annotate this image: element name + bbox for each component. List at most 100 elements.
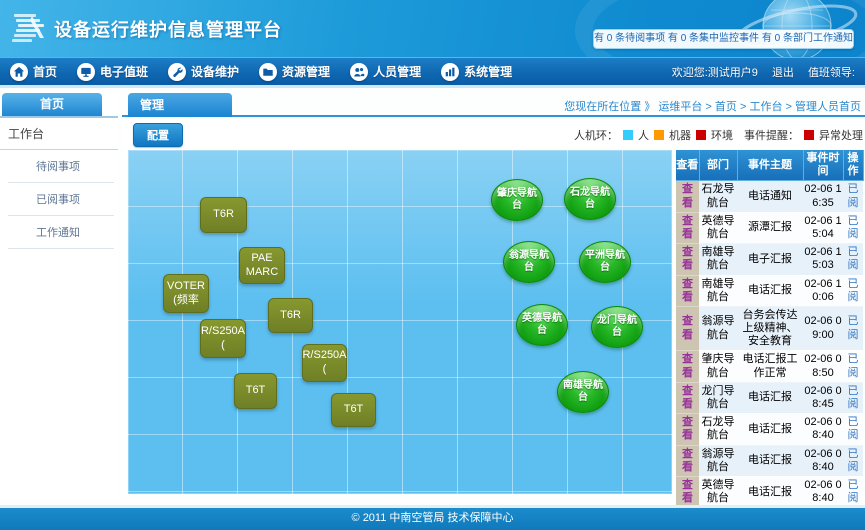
content-tabstrip: 管理 您现在所在位置 》 运维平台 > 首页 > 工作台 > 管理人员首页 (122, 93, 865, 117)
legend-environment-swatch (696, 130, 706, 140)
device-node-rs250a-1[interactable]: R/S250A ( (200, 319, 246, 358)
table-row: 查看 翁源导航台 电话汇报 02-06 08:40 已阅 (676, 445, 863, 476)
status-cell: 已阅 (843, 244, 863, 275)
device-node-t6t-1[interactable]: T6T (234, 373, 277, 409)
nav-item-home[interactable]: 首页 (0, 58, 67, 85)
time-cell: 02-06 08:40 (803, 445, 843, 476)
view-link[interactable]: 查看 (676, 181, 699, 212)
station-node-wengyuan[interactable]: 翁源导航 台 (503, 241, 555, 283)
legend: 人机环： 人 机器 环境 事件提醒： 异常处理 (574, 127, 863, 143)
station-node-pingzhou[interactable]: 平洲导航 台 (579, 241, 631, 283)
logo (10, 8, 50, 48)
time-cell: 02-06 15:04 (803, 212, 843, 243)
copyright-text: © 2011 中南空管局 技术保障中心 (352, 512, 514, 524)
tab-management[interactable]: 管理 (128, 93, 232, 117)
view-link[interactable]: 查看 (676, 476, 699, 507)
legend-abnormal-swatch (804, 130, 814, 140)
view-link[interactable]: 查看 (676, 351, 699, 382)
breadcrumb: 您现在所在位置 》 运维平台 > 首页 > 工作台 > 管理人员首页 (564, 98, 861, 114)
legend-machine-swatch (654, 130, 664, 140)
status-cell: 已阅 (843, 212, 863, 243)
duty-leader-label: 值班领导: (808, 64, 855, 80)
station-node-zhaoqing[interactable]: 肇庆导航 台 (491, 179, 543, 221)
legend-abnormal-label: 异常处理 (819, 127, 863, 143)
welcome-text: 欢迎您:测试用户9 (672, 64, 758, 80)
nav-item-personnel[interactable]: 人员管理 (340, 58, 431, 85)
event-panel: 查看 部门 事件主题 事件时间 操作 查看 石龙导航台 电话通知 02-06 1… (676, 150, 863, 530)
device-node-t6r-2[interactable]: T6R (268, 298, 313, 333)
device-node-rs250a-2[interactable]: R/S250A ( (302, 344, 347, 382)
table-row: 查看 龙门导航台 电话汇报 02-06 08:45 已阅 (676, 382, 863, 413)
chart-icon (441, 63, 459, 81)
view-link[interactable]: 查看 (676, 306, 699, 351)
sidebar-item-pending[interactable]: 待阅事项 (8, 150, 114, 183)
view-link[interactable]: 查看 (676, 275, 699, 306)
page-title: 设备运行维护信息管理平台 (54, 16, 282, 42)
col-header-op: 操作 (843, 150, 863, 181)
col-header-dept: 部门 (699, 150, 737, 181)
dept-cell: 肇庆导航台 (699, 351, 737, 382)
sidebar-section-workbench[interactable]: 工作台 (0, 118, 118, 150)
subject-cell: 源潭汇报 (737, 212, 803, 243)
device-node-pae-marc[interactable]: PAE MARC (239, 247, 285, 284)
wrench-icon (168, 63, 186, 81)
legend-person-label: 人 (638, 127, 649, 143)
device-node-voter[interactable]: VOTER (频率 (163, 274, 209, 313)
subject-cell: 电话通知 (737, 181, 803, 212)
table-row: 查看 翁源导航台 台务会传达上级精神、安全教育 02-06 09:00 已阅 (676, 306, 863, 351)
station-node-shilong[interactable]: 石龙导航 台 (564, 178, 616, 220)
notification-summary: 有 0 条待阅事项 有 0 条集中监控事件 有 0 条部门工作通知 (593, 29, 854, 49)
table-row: 查看 石龙导航台 电话通知 02-06 16:35 已阅 (676, 181, 863, 212)
device-node-t6r-1[interactable]: T6R (200, 197, 247, 233)
time-cell: 02-06 08:45 (803, 382, 843, 413)
app-window: 设备运行维护信息管理平台 有 0 条待阅事项 有 0 条集中监控事件 有 0 条… (0, 0, 865, 530)
sidebar-item-read[interactable]: 已阅事项 (8, 183, 114, 216)
dept-cell: 石龙导航台 (699, 414, 737, 445)
col-header-subject: 事件主题 (737, 150, 803, 181)
col-header-view: 查看 (676, 150, 699, 181)
nav-item-duty[interactable]: 电子值班 (67, 58, 158, 85)
table-row: 查看 石龙导航台 电话汇报 02-06 08:40 已阅 (676, 414, 863, 445)
subject-cell: 电话汇报 (737, 476, 803, 507)
device-node-t6t-2[interactable]: T6T (331, 393, 376, 427)
sidebar-tab-home[interactable]: 首页 (2, 93, 102, 116)
status-cell: 已阅 (843, 445, 863, 476)
time-cell: 02-06 08:50 (803, 351, 843, 382)
station-node-yingde[interactable]: 英德导航 台 (516, 304, 568, 346)
nav-label: 资源管理 (282, 63, 330, 80)
nav-label: 系统管理 (464, 63, 512, 80)
footer: © 2011 中南空管局 技术保障中心 (0, 505, 865, 530)
sidebar-item-notices[interactable]: 工作通知 (8, 216, 114, 249)
subject-cell: 电子汇报 (737, 244, 803, 275)
view-link[interactable]: 查看 (676, 244, 699, 275)
subject-cell: 电话汇报 (737, 382, 803, 413)
station-node-longmen[interactable]: 龙门导航 台 (591, 306, 643, 348)
subject-cell: 电话汇报 (737, 414, 803, 445)
table-row: 查看 肇庆导航台 电话汇报工作正常 02-06 08:50 已阅 (676, 351, 863, 382)
time-cell: 02-06 16:35 (803, 181, 843, 212)
view-link[interactable]: 查看 (676, 414, 699, 445)
time-cell: 02-06 15:03 (803, 244, 843, 275)
nav-item-resources[interactable]: 资源管理 (249, 58, 340, 85)
nav-label: 电子值班 (100, 63, 148, 80)
status-cell: 已阅 (843, 351, 863, 382)
dept-cell: 南雄导航台 (699, 275, 737, 306)
nav-item-system[interactable]: 系统管理 (431, 58, 522, 85)
station-node-nanxiong[interactable]: 南雄导航 台 (557, 371, 609, 413)
nav-label: 人员管理 (373, 63, 421, 80)
station-map: T6R PAE MARC VOTER (频率 T6R R/S250A ( R/S… (128, 150, 672, 494)
time-cell: 02-06 10:06 (803, 275, 843, 306)
logout-link[interactable]: 退出 (772, 64, 794, 80)
config-button[interactable]: 配置 (133, 123, 183, 147)
view-link[interactable]: 查看 (676, 212, 699, 243)
view-link[interactable]: 查看 (676, 445, 699, 476)
legend-event-label: 事件提醒： (744, 127, 799, 143)
status-cell: 已阅 (843, 414, 863, 445)
subject-cell: 电话汇报工作正常 (737, 351, 803, 382)
dept-cell: 龙门导航台 (699, 382, 737, 413)
sidebar: 首页 工作台 待阅事项 已阅事项 工作通知 (0, 93, 118, 500)
view-link[interactable]: 查看 (676, 382, 699, 413)
main-nav: 首页 电子值班 设备维护 资源管理 人员管理 (0, 57, 865, 88)
time-cell: 02-06 08:40 (803, 476, 843, 507)
nav-item-maintenance[interactable]: 设备维护 (158, 58, 249, 85)
